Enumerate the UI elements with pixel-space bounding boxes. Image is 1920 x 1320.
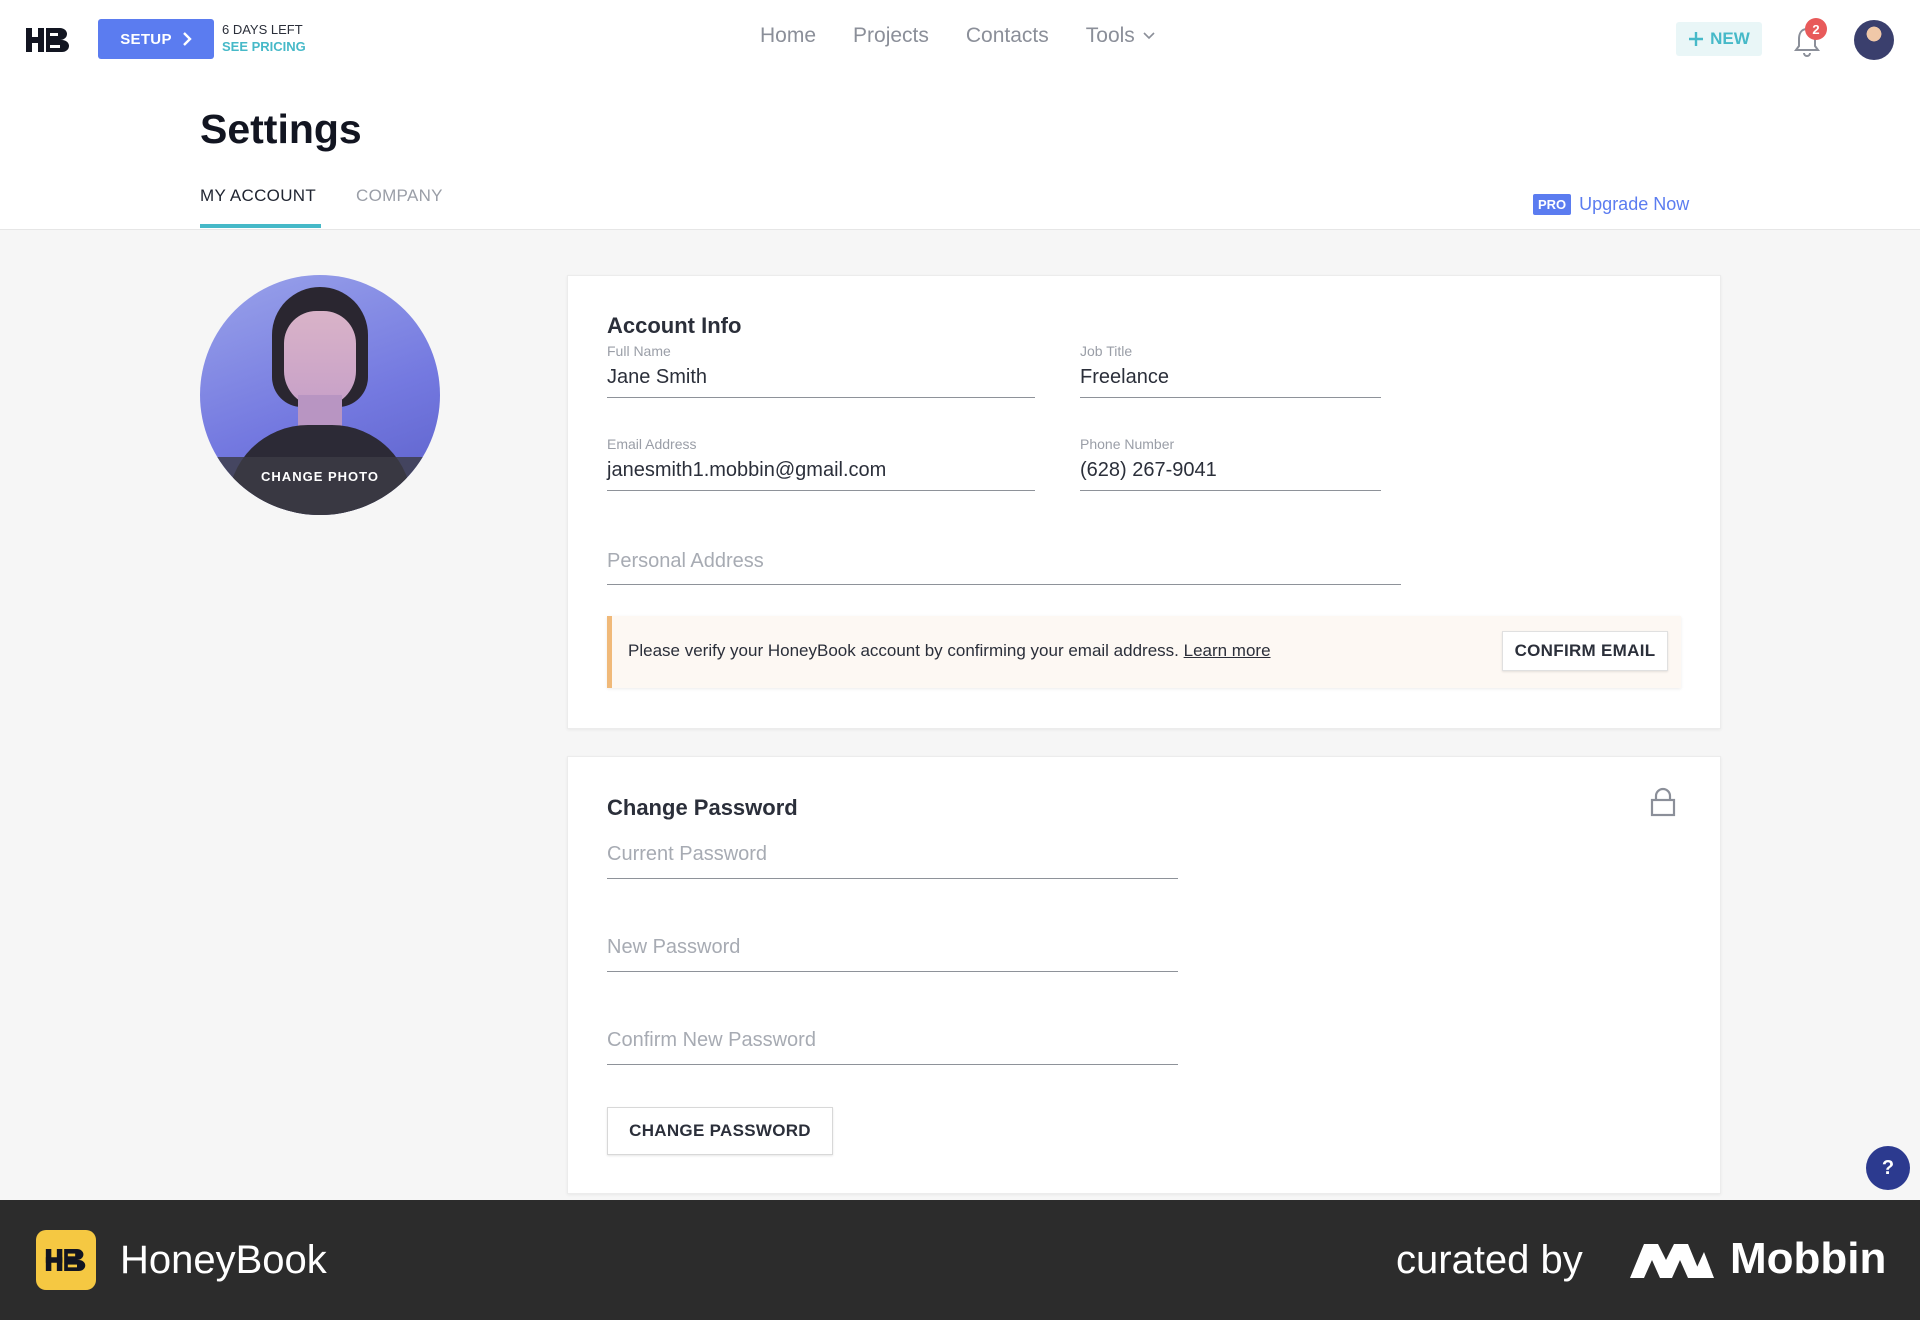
nav-contacts[interactable]: Contacts xyxy=(966,24,1049,48)
honeybook-logo-icon[interactable] xyxy=(24,24,72,56)
personal-address-input[interactable]: Personal Address xyxy=(607,546,1401,585)
pro-badge: PRO xyxy=(1533,194,1572,215)
tab-company[interactable]: COMPANY xyxy=(356,186,443,206)
lock-icon xyxy=(1650,787,1676,817)
new-password-placeholder: New Password xyxy=(607,936,741,958)
active-tab-indicator xyxy=(200,224,321,228)
top-navigation-bar: SETUP 6 DAYS LEFT SEE PRICING Home Proje… xyxy=(0,0,1920,78)
notification-badge: 2 xyxy=(1805,18,1827,40)
verify-email-banner: Please verify your HoneyBook account by … xyxy=(607,616,1681,688)
full-name-field[interactable]: Full Name Jane Smith xyxy=(607,343,1035,398)
nav-tools[interactable]: Tools xyxy=(1086,24,1155,48)
email-field[interactable]: Email Address janesmith1.mobbin@gmail.co… xyxy=(607,436,1035,491)
setup-button[interactable]: SETUP xyxy=(98,19,214,59)
upgrade-now-link[interactable]: Upgrade Now xyxy=(1579,194,1689,215)
job-title-label: Job Title xyxy=(1080,343,1133,359)
trial-info: 6 DAYS LEFT SEE PRICING xyxy=(222,21,306,55)
curated-by-text: curated by xyxy=(1396,1238,1583,1282)
full-name-value: Jane Smith xyxy=(607,366,708,388)
new-label: NEW xyxy=(1710,29,1750,48)
upgrade-now[interactable]: PRO Upgrade Now xyxy=(1533,194,1689,215)
nav-projects[interactable]: Projects xyxy=(853,24,929,48)
nav-tools-label: Tools xyxy=(1085,24,1135,47)
confirm-email-button[interactable]: CONFIRM EMAIL xyxy=(1502,631,1668,671)
job-title-field[interactable]: Job Title Freelance xyxy=(1080,343,1381,398)
main-nav: Home Projects Contacts Tools xyxy=(760,24,1155,48)
profile-photo[interactable]: CHANGE PHOTO xyxy=(200,275,440,515)
plus-icon xyxy=(1689,32,1704,46)
phone-label: Phone Number xyxy=(1080,436,1175,452)
learn-more-link[interactable]: Learn more xyxy=(1184,641,1271,660)
footer-banner: HoneyBook curated by Mobbin xyxy=(0,1200,1920,1320)
new-password-input[interactable]: New Password xyxy=(607,932,1178,972)
current-password-input[interactable]: Current Password xyxy=(607,839,1178,879)
tab-my-account[interactable]: MY ACCOUNT xyxy=(200,186,316,206)
personal-address-placeholder: Personal Address xyxy=(607,550,764,572)
settings-header: Settings MY ACCOUNT COMPANY PRO Upgrade … xyxy=(0,78,1920,230)
confirm-password-input[interactable]: Confirm New Password xyxy=(607,1025,1178,1065)
chevron-down-icon xyxy=(1143,32,1155,40)
current-password-placeholder: Current Password xyxy=(607,843,768,865)
footer-brand-name: HoneyBook xyxy=(120,1238,327,1282)
confirm-password-placeholder: Confirm New Password xyxy=(607,1029,816,1051)
phone-field[interactable]: Phone Number (628) 267-9041 xyxy=(1080,436,1381,491)
full-name-label: Full Name xyxy=(607,343,671,359)
see-pricing-link[interactable]: SEE PRICING xyxy=(222,38,306,55)
verify-text: Please verify your HoneyBook account by … xyxy=(628,641,1179,660)
change-password-title: Change Password xyxy=(607,795,798,820)
phone-value: (628) 267-9041 xyxy=(1080,459,1217,481)
chevron-right-icon xyxy=(182,32,192,46)
new-button[interactable]: NEW xyxy=(1676,22,1762,56)
account-info-title: Account Info xyxy=(607,313,742,338)
email-value: janesmith1.mobbin@gmail.com xyxy=(607,459,887,481)
page-title: Settings xyxy=(200,106,362,152)
nav-home[interactable]: Home xyxy=(760,24,816,48)
change-photo-button[interactable]: CHANGE PHOTO xyxy=(200,457,440,515)
job-title-value: Freelance xyxy=(1080,366,1169,388)
help-button[interactable]: ? xyxy=(1866,1146,1910,1190)
mobbin-name: Mobbin xyxy=(1730,1234,1887,1283)
photo-face xyxy=(284,311,356,407)
change-password-button[interactable]: CHANGE PASSWORD xyxy=(607,1107,833,1155)
email-label: Email Address xyxy=(607,436,697,452)
verify-message: Please verify your HoneyBook account by … xyxy=(628,641,1271,661)
trial-days-left: 6 DAYS LEFT xyxy=(222,22,303,37)
setup-label: SETUP xyxy=(120,30,172,48)
honeybook-app-icon xyxy=(36,1230,96,1290)
user-avatar[interactable] xyxy=(1854,20,1894,60)
change-password-card: Change Password Current Password New Pas… xyxy=(567,756,1721,1194)
account-info-card: Account Info Full Name Jane Smith Job Ti… xyxy=(567,275,1721,729)
mobbin-logo-icon xyxy=(1630,1244,1714,1278)
honeybook-mark-icon xyxy=(45,1249,86,1271)
